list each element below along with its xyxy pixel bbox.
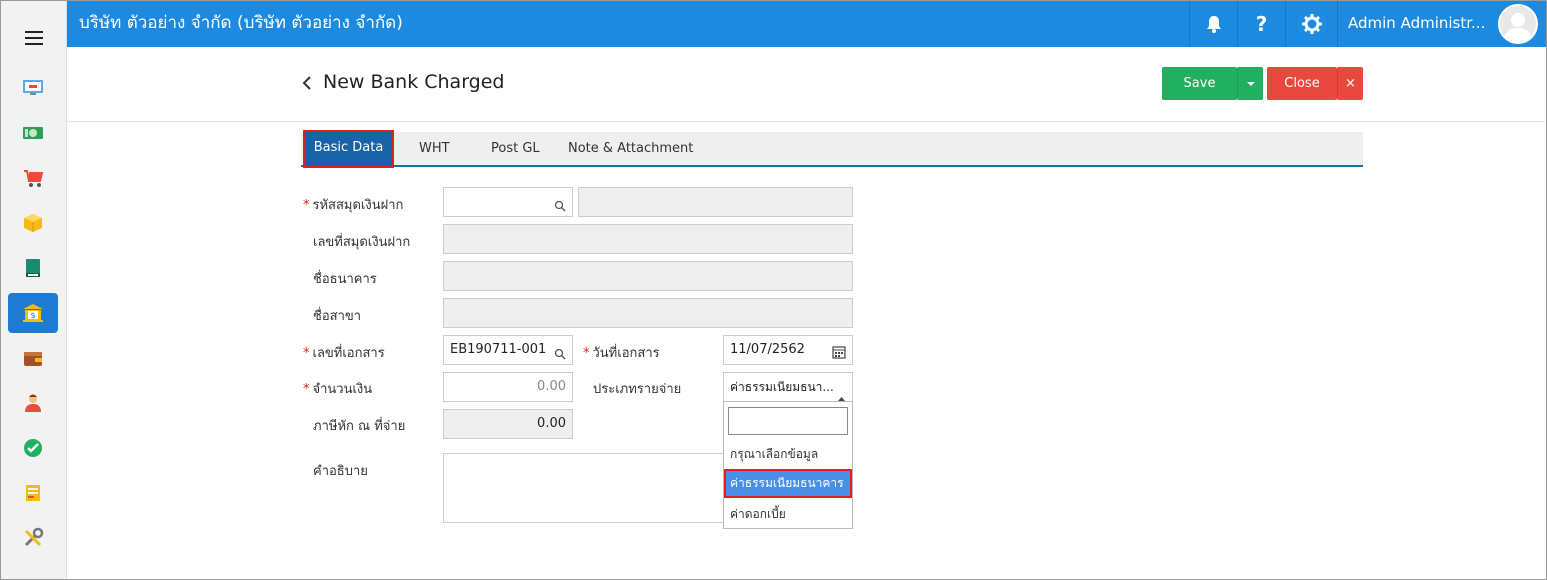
bank-name-label: ชื่อธนาคาร	[313, 272, 377, 287]
menu-icon[interactable]	[25, 31, 43, 45]
doc-no-label: * เลขที่เอกสาร	[303, 346, 385, 361]
company-name: บริษัท ตัวอย่าง จำกัด (บริษัท ตัวอย่าง จ…	[79, 13, 403, 33]
bank-book-name-field	[578, 187, 853, 217]
report-icon[interactable]	[8, 473, 58, 513]
page-title: New Bank Charged	[323, 71, 505, 93]
avatar[interactable]	[1498, 4, 1538, 44]
dropdown-option[interactable]: ค่าดอกเบี้ย	[724, 500, 852, 529]
tab-note-attachment[interactable]: Note & Attachment	[568, 132, 693, 165]
caret-down-icon	[1246, 81, 1255, 86]
tools-icon[interactable]	[8, 518, 58, 558]
bank-book-code-label: * รหัสสมุดเงินฝาก	[303, 198, 404, 213]
tab-bar: Basic Data WHT Post GL Note & Attachment	[301, 130, 1363, 168]
top-bar: บริษัท ตัวอย่าง จำกัด (บริษัท ตัวอย่าง จ…	[67, 1, 1546, 47]
tab-wht[interactable]: WHT	[419, 132, 450, 165]
check-icon[interactable]	[8, 428, 58, 468]
expense-type-dropdown: กรุณาเลือกข้อมูล ค่าธรรมเนียมธนาคาร ค่าด…	[723, 401, 853, 529]
tab-post-gl[interactable]: Post GL	[491, 132, 540, 165]
bank-name-field	[443, 261, 853, 291]
description-label: คำอธิบาย	[313, 464, 368, 479]
search-icon[interactable]	[554, 343, 566, 371]
close-button[interactable]: Close	[1267, 67, 1337, 100]
dropdown-search-input[interactable]	[728, 407, 848, 435]
money-icon[interactable]	[8, 113, 58, 153]
doc-date-input[interactable]: 11/07/2562	[723, 335, 853, 365]
svg-text:$: $	[30, 311, 35, 320]
amount-input[interactable]: 0.00	[443, 372, 573, 402]
user-name: Admin Administr...	[1348, 14, 1486, 32]
gear-icon[interactable]	[1285, 1, 1337, 47]
doc-date-value: 11/07/2562	[730, 342, 805, 357]
branch-field	[443, 298, 853, 328]
user-menu[interactable]: Admin Administr...	[1337, 1, 1546, 47]
back-arrow-icon[interactable]	[301, 73, 315, 93]
branch-label: ชื่อสาขา	[313, 309, 362, 324]
doc-date-label: * วันที่เอกสาร	[583, 346, 660, 361]
doc-no-input[interactable]: EB190711-001	[443, 335, 573, 365]
book-icon[interactable]	[8, 248, 58, 288]
bank-book-no-field	[443, 224, 853, 254]
bank-icon[interactable]: $	[8, 293, 58, 333]
tab-basic-data[interactable]: Basic Data	[303, 130, 394, 168]
dashboard-icon[interactable]	[8, 67, 58, 107]
wht-field: 0.00	[443, 409, 573, 439]
person-icon[interactable]	[8, 383, 58, 423]
doc-no-value: EB190711-001	[450, 342, 547, 357]
bank-book-no-label: เลขที่สมุดเงินฝาก	[313, 235, 411, 250]
caret-up-icon	[837, 384, 846, 401]
save-options-button[interactable]	[1237, 67, 1263, 100]
dropdown-option[interactable]: กรุณาเลือกข้อมูล	[724, 440, 852, 469]
dropdown-option-selected[interactable]: ค่าธรรมเนียมธนาคาร	[724, 469, 852, 498]
expense-type-select[interactable]: ค่าธรรมเนียมธนา...	[723, 372, 853, 402]
page-header: New Bank Charged Save Close ×	[67, 47, 1546, 122]
wallet-icon[interactable]	[8, 338, 58, 378]
app-window: $ บริษัท ตัวอย่าง จำกัด (บริษัท ตัวอย่าง…	[0, 0, 1547, 580]
sidebar: $	[1, 1, 67, 579]
expense-type-value: ค่าธรรมเนียมธนา...	[730, 380, 834, 394]
cart-icon[interactable]	[8, 158, 58, 198]
box-icon[interactable]	[8, 203, 58, 243]
save-button[interactable]: Save	[1162, 67, 1237, 100]
close-x-button[interactable]: ×	[1337, 67, 1363, 100]
bell-icon[interactable]	[1189, 1, 1237, 47]
expense-type-label: ประเภทรายจ่าย	[593, 382, 682, 397]
search-icon[interactable]	[554, 195, 566, 223]
wht-label: ภาษีหัก ณ ที่จ่าย	[313, 419, 406, 434]
calendar-icon[interactable]	[832, 342, 846, 370]
help-icon[interactable]: ?	[1237, 1, 1285, 47]
bank-book-code-input[interactable]	[443, 187, 573, 217]
amount-label: * จำนวนเงิน	[303, 382, 373, 397]
